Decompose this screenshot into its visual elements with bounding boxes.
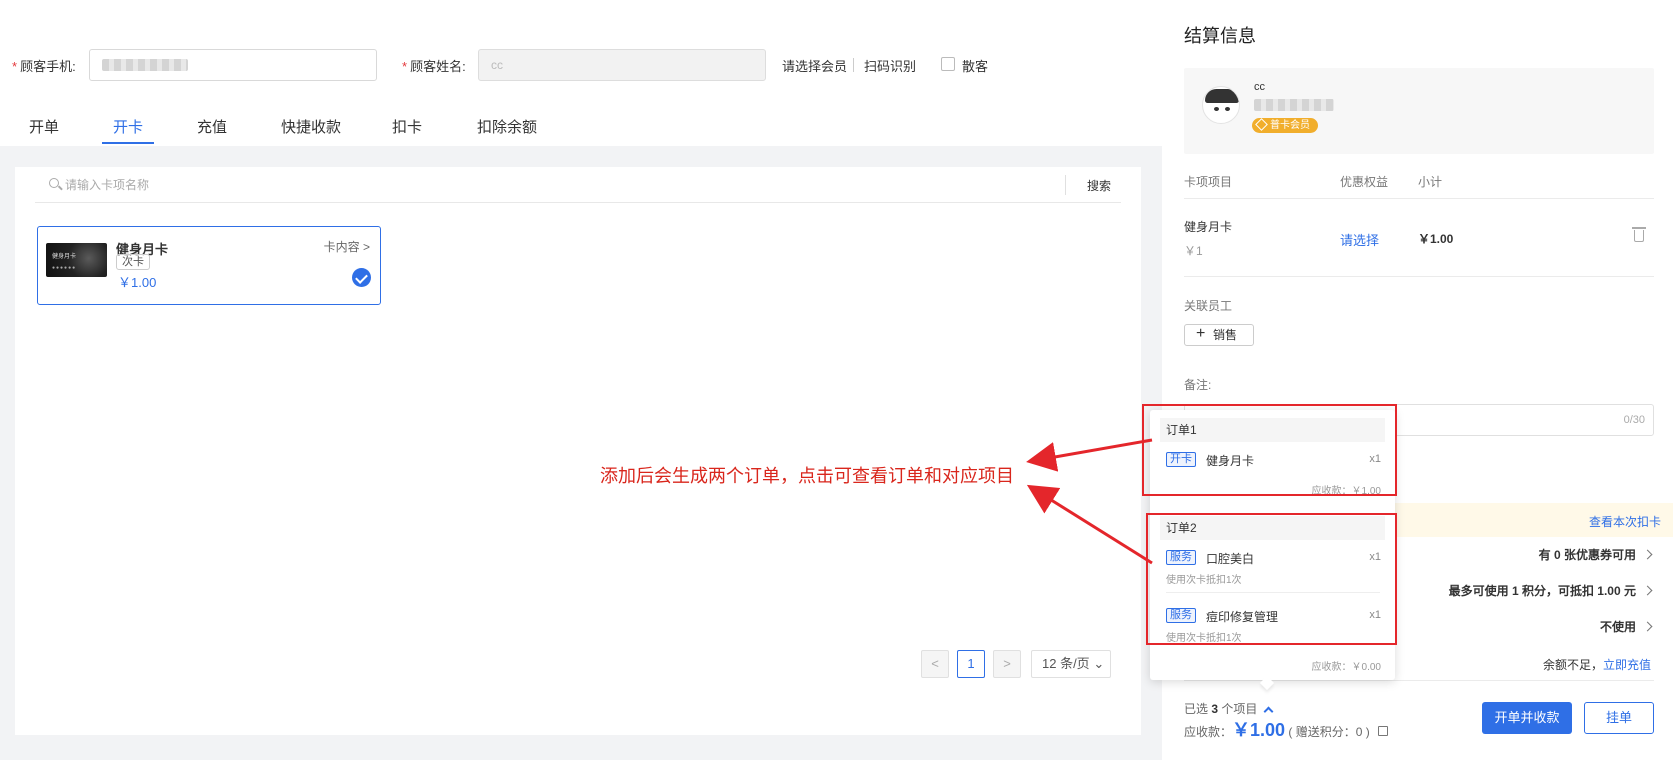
arrow-to-order-2 bbox=[1026, 484, 1153, 565]
annotation-arrows bbox=[1026, 438, 1153, 565]
arrow-to-order-1 bbox=[1026, 438, 1153, 472]
